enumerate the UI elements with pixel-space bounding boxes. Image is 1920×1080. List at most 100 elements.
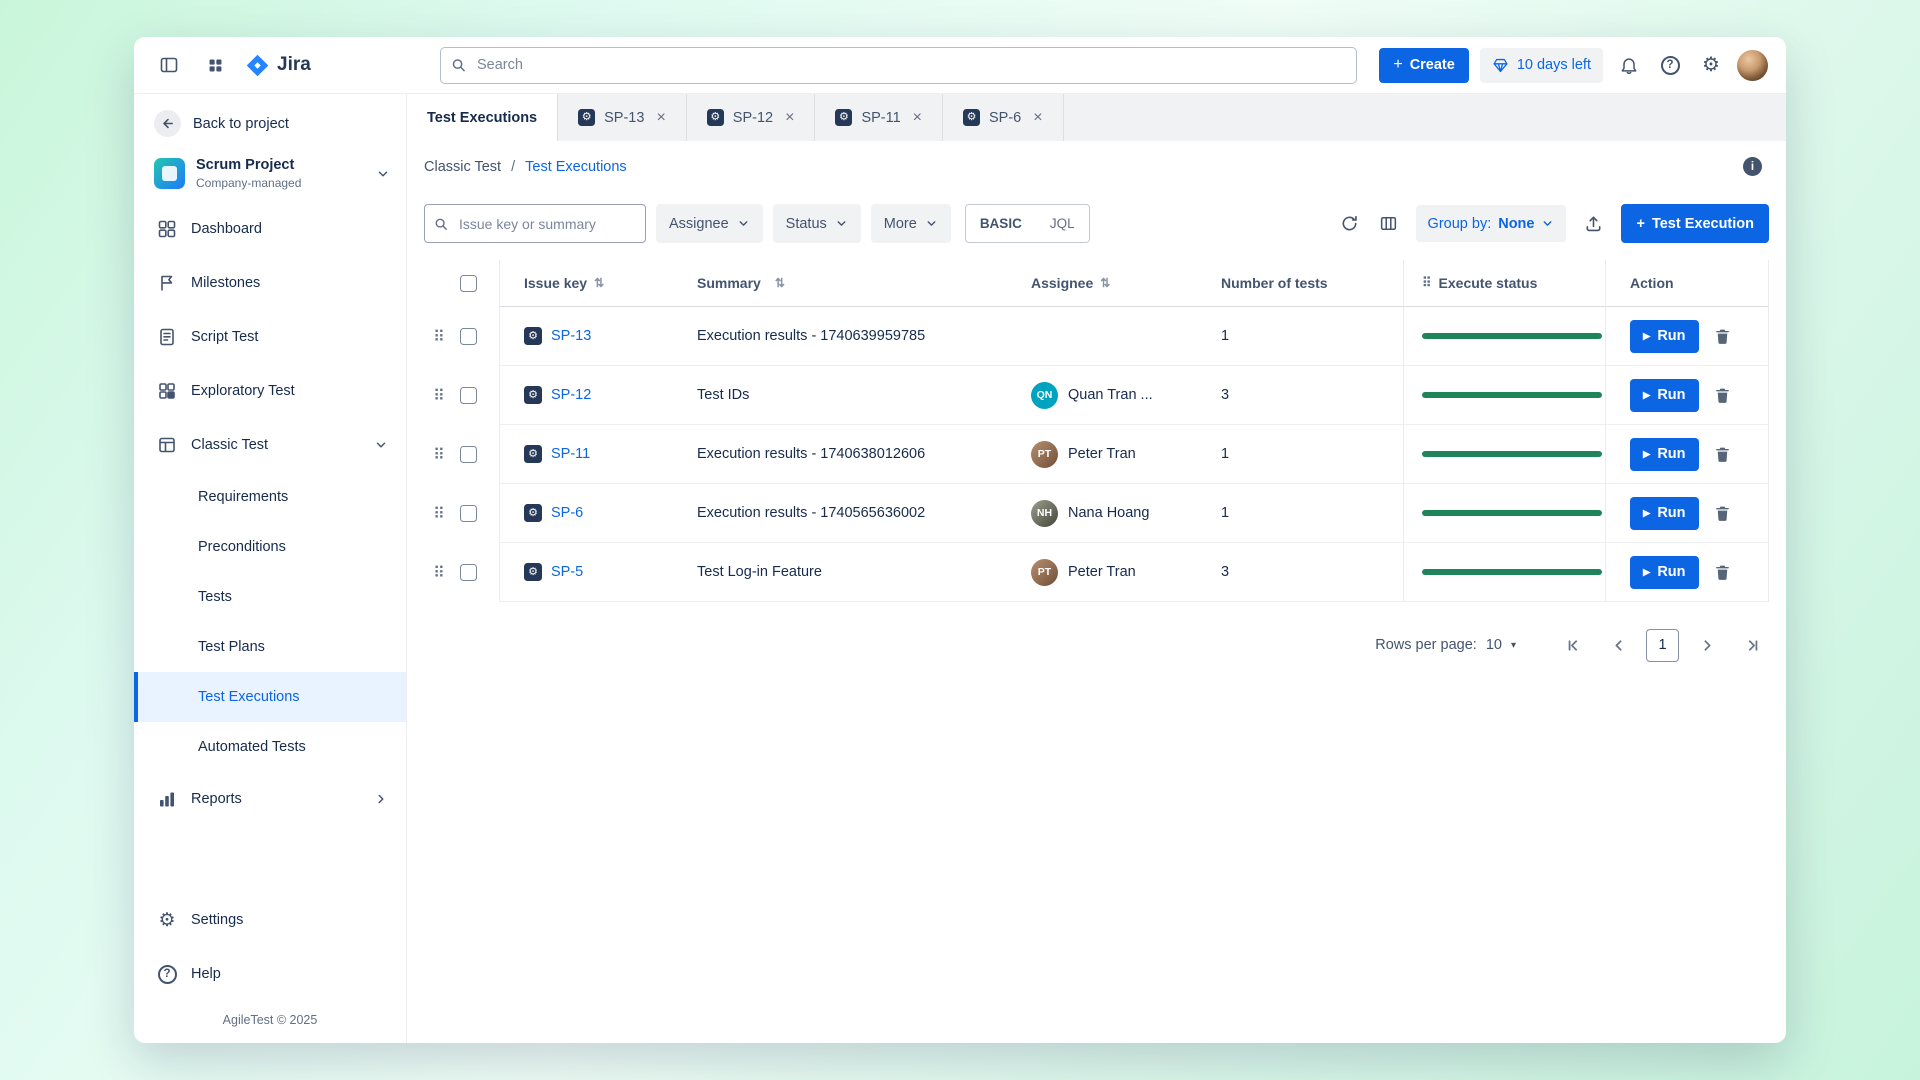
assignee-filter-dropdown[interactable]: Assignee bbox=[656, 204, 763, 243]
topbar-left: Jira bbox=[154, 50, 440, 80]
row-checkbox[interactable] bbox=[460, 564, 477, 581]
breadcrumb-parent[interactable]: Classic Test bbox=[424, 159, 501, 175]
topbar-right: + Create 10 days left ? ⚙ bbox=[1379, 48, 1768, 83]
tab-sp-13[interactable]: ⚙ SP-13 × bbox=[558, 94, 687, 141]
notifications-icon[interactable] bbox=[1614, 50, 1644, 80]
run-button[interactable]: ▶ Run bbox=[1630, 320, 1699, 353]
drag-column-icon[interactable]: ⠿ bbox=[1422, 275, 1432, 291]
table-row: ⠿ ⚙ SP-11 Execution results - 1740638012… bbox=[424, 425, 1769, 484]
next-page-button[interactable] bbox=[1690, 628, 1724, 662]
close-icon[interactable]: × bbox=[913, 109, 922, 127]
settings-icon[interactable]: ⚙ bbox=[1696, 50, 1726, 80]
create-button[interactable]: + Create bbox=[1379, 48, 1468, 83]
drag-handle[interactable]: ⠿ bbox=[433, 563, 445, 583]
tab-sp-12[interactable]: ⚙ SP-12 × bbox=[687, 94, 816, 141]
group-by-dropdown[interactable]: Group by: None bbox=[1416, 205, 1567, 242]
run-button[interactable]: ▶ Run bbox=[1630, 379, 1699, 412]
tab-sp-6[interactable]: ⚙ SP-6 × bbox=[943, 94, 1064, 141]
global-search-input[interactable] bbox=[440, 47, 1357, 84]
info-icon[interactable]: i bbox=[1743, 157, 1762, 176]
issue-key-link[interactable]: SP-13 bbox=[551, 328, 591, 344]
issue-key-link[interactable]: SP-6 bbox=[551, 505, 583, 521]
summary-cell[interactable]: Execution results - 1740639959785 bbox=[669, 307, 1001, 366]
delete-icon[interactable] bbox=[1713, 386, 1732, 405]
run-button[interactable]: ▶ Run bbox=[1630, 556, 1699, 589]
sidebar-item-script-test[interactable]: Script Test bbox=[134, 310, 406, 364]
table-tools: Group by: None + Test Execution bbox=[1338, 204, 1769, 243]
row-checkbox[interactable] bbox=[460, 328, 477, 345]
first-page-button[interactable] bbox=[1556, 628, 1590, 662]
assignee-avatar: QN bbox=[1031, 382, 1058, 409]
run-button[interactable]: ▶ Run bbox=[1630, 497, 1699, 530]
drag-handle[interactable]: ⠿ bbox=[433, 386, 445, 406]
jql-mode-toggle[interactable]: JQL bbox=[1036, 205, 1089, 242]
sidebar-item-milestones[interactable]: Milestones bbox=[134, 256, 406, 310]
delete-icon[interactable] bbox=[1713, 327, 1732, 346]
previous-page-button[interactable] bbox=[1601, 628, 1635, 662]
run-button[interactable]: ▶ Run bbox=[1630, 438, 1699, 471]
columns-icon[interactable] bbox=[1377, 212, 1400, 235]
summary-cell[interactable]: Execution results - 1740565636002 bbox=[669, 484, 1001, 543]
tab-test-executions[interactable]: Test Executions bbox=[407, 94, 558, 141]
row-checkbox[interactable] bbox=[460, 387, 477, 404]
sidebar-item-tests[interactable]: Tests bbox=[134, 572, 406, 622]
status-filter-dropdown[interactable]: Status bbox=[773, 204, 861, 243]
close-icon[interactable]: × bbox=[1033, 109, 1042, 127]
row-checkbox[interactable] bbox=[460, 446, 477, 463]
sidebar-item-test-executions[interactable]: Test Executions bbox=[134, 672, 406, 722]
breadcrumb-current[interactable]: Test Executions bbox=[525, 159, 627, 175]
sidebar-item-automated-tests[interactable]: Automated Tests bbox=[134, 722, 406, 772]
refresh-icon[interactable] bbox=[1338, 212, 1361, 235]
sidebar-item-preconditions[interactable]: Preconditions bbox=[134, 522, 406, 572]
basic-mode-toggle[interactable]: BASIC bbox=[966, 205, 1036, 242]
delete-icon[interactable] bbox=[1713, 504, 1732, 523]
sort-icon[interactable]: ⇅ bbox=[1100, 276, 1110, 290]
last-page-button[interactable] bbox=[1735, 628, 1769, 662]
topbar: Jira + Create 10 days left ? bbox=[134, 37, 1786, 94]
header-issue-key[interactable]: Issue key ⇅ bbox=[499, 260, 669, 307]
sort-icon[interactable]: ⇅ bbox=[594, 276, 604, 290]
delete-icon[interactable] bbox=[1713, 445, 1732, 464]
header-summary[interactable]: Summary ⇅ bbox=[669, 260, 1001, 307]
help-icon[interactable]: ? bbox=[1655, 50, 1685, 80]
sidebar-item-test-plans[interactable]: Test Plans bbox=[134, 622, 406, 672]
current-page-button[interactable]: 1 bbox=[1646, 629, 1679, 662]
drag-handle[interactable]: ⠿ bbox=[433, 327, 445, 347]
header-assignee[interactable]: Assignee ⇅ bbox=[1001, 260, 1191, 307]
rows-per-page[interactable]: Rows per page: 10 ▾ bbox=[1375, 637, 1516, 653]
sidebar-item-requirements[interactable]: Requirements bbox=[134, 472, 406, 522]
project-switcher[interactable]: Scrum Project Company-managed bbox=[134, 149, 406, 202]
back-to-project-button[interactable]: Back to project bbox=[134, 108, 406, 149]
issue-search-input[interactable] bbox=[424, 204, 646, 243]
delete-icon[interactable] bbox=[1713, 563, 1732, 582]
export-icon[interactable] bbox=[1582, 212, 1605, 235]
select-all-checkbox[interactable] bbox=[460, 275, 477, 292]
summary-cell[interactable]: Test IDs bbox=[669, 366, 1001, 425]
trial-button[interactable]: 10 days left bbox=[1480, 48, 1603, 83]
execute-status-cell bbox=[1403, 425, 1605, 484]
sidebar-item-help[interactable]: ? Help bbox=[134, 947, 406, 1001]
sidebar-item-classic-test[interactable]: Classic Test bbox=[134, 418, 406, 472]
issue-key-link[interactable]: SP-12 bbox=[551, 387, 591, 403]
sort-icon[interactable]: ⇅ bbox=[775, 276, 785, 290]
app-switcher-icon[interactable] bbox=[200, 50, 230, 80]
summary-cell[interactable]: Test Log-in Feature bbox=[669, 543, 1001, 602]
row-checkbox[interactable] bbox=[460, 505, 477, 522]
drag-handle[interactable]: ⠿ bbox=[433, 445, 445, 465]
sidebar-toggle-icon[interactable] bbox=[154, 50, 184, 80]
close-icon[interactable]: × bbox=[785, 109, 794, 127]
close-icon[interactable]: × bbox=[656, 109, 665, 127]
add-test-execution-button[interactable]: + Test Execution bbox=[1621, 204, 1769, 243]
summary-cell[interactable]: Execution results - 1740638012606 bbox=[669, 425, 1001, 484]
drag-handle[interactable]: ⠿ bbox=[433, 504, 445, 524]
issue-key-link[interactable]: SP-5 bbox=[551, 564, 583, 580]
tab-sp-11[interactable]: ⚙ SP-11 × bbox=[815, 94, 943, 141]
sidebar-item-exploratory-test[interactable]: Exploratory Test bbox=[134, 364, 406, 418]
jira-logo[interactable]: Jira bbox=[246, 54, 311, 77]
sidebar-item-dashboard[interactable]: Dashboard bbox=[134, 202, 406, 256]
issue-key-link[interactable]: SP-11 bbox=[551, 446, 590, 462]
more-filter-dropdown[interactable]: More bbox=[871, 204, 951, 243]
sidebar-item-settings[interactable]: ⚙ Settings bbox=[134, 893, 406, 947]
sidebar-item-reports[interactable]: Reports bbox=[134, 772, 406, 826]
user-avatar[interactable] bbox=[1737, 50, 1768, 81]
